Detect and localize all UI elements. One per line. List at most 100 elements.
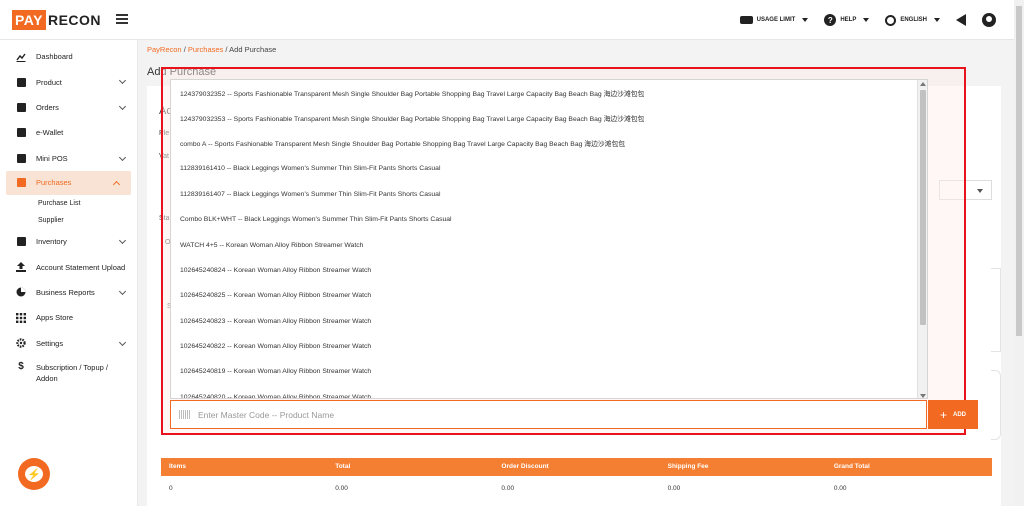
- scrollbar-thumb[interactable]: [920, 90, 926, 325]
- page-scrollbar-thumb[interactable]: [1016, 6, 1022, 336]
- list-item[interactable]: 124379032352 -- Sports Fashionable Trans…: [171, 80, 927, 105]
- clipboard-icon: [16, 102, 26, 112]
- list-item[interactable]: Combo BLK+WHT -- Black Leggings Women's …: [171, 207, 927, 232]
- list-item[interactable]: 102645240823 -- Korean Woman Alloy Ribbo…: [171, 309, 927, 334]
- messenger-chat-button[interactable]: ⚡: [18, 458, 50, 490]
- sidebar-subitem-supplier[interactable]: Supplier: [0, 212, 137, 229]
- sidebar-item-purchases[interactable]: Purchases: [6, 170, 131, 195]
- totals-items: 0: [169, 485, 173, 492]
- panel-edge: [991, 370, 1001, 440]
- sidebar-subitem-purchase-list[interactable]: Purchase List: [0, 195, 137, 212]
- list-item[interactable]: 112839161407 -- Black Leggings Women's S…: [171, 182, 927, 207]
- chevron-down-icon: [118, 77, 127, 85]
- dropdown-scrollbar[interactable]: [917, 80, 927, 398]
- totals-grand-total: 0.00: [833, 485, 847, 492]
- sidebar-item-subscription[interactable]: $ Subscription / Topup / Addon: [0, 356, 137, 390]
- top-bar: PAY RECON USAGE LIMIT ? HELP ENGLISH: [0, 0, 1014, 40]
- sidebar-item-settings[interactable]: Settings: [0, 331, 137, 356]
- totals-total: 0.00: [335, 485, 348, 492]
- totals-row: 0 0.00 0.00 0.00 0.00: [161, 480, 992, 498]
- list-item[interactable]: 102645240820 -- Korean Woman Alloy Ribbo…: [171, 385, 927, 398]
- product-search-input[interactable]: [198, 409, 898, 420]
- truck-ramp-icon: [16, 178, 26, 188]
- sidebar-item-label: Dashboard: [36, 52, 73, 62]
- scroll-up-icon[interactable]: [920, 82, 926, 86]
- help-label: HELP: [840, 17, 857, 23]
- sidebar-item-label: e-Wallet: [36, 128, 64, 138]
- sidebar-item-business-reports[interactable]: Business Reports: [0, 280, 137, 305]
- sidebar-item-label: Apps Store: [36, 313, 74, 323]
- usage-limit-label: USAGE LIMIT: [756, 17, 796, 23]
- megaphone-icon: [956, 14, 966, 26]
- list-item[interactable]: 102645240822 -- Korean Woman Alloy Ribbo…: [171, 334, 927, 359]
- product-search-field[interactable]: [170, 400, 927, 429]
- page-scrollbar[interactable]: [1014, 0, 1024, 506]
- caret-down-icon: [863, 18, 870, 22]
- cash-register-icon: [16, 153, 26, 163]
- sidebar-item-label: Subscription / Topup / Addon: [36, 362, 108, 383]
- list-item[interactable]: 102645240825 -- Korean Woman Alloy Ribbo…: [171, 283, 927, 308]
- sidebar-item-product[interactable]: Product: [0, 69, 137, 94]
- logo-recon: RECON: [47, 11, 102, 28]
- list-item[interactable]: 124379032353 -- Sports Fashionable Trans…: [171, 105, 927, 130]
- sidebar-item-label: Inventory: [36, 237, 67, 247]
- menu-icon[interactable]: [116, 14, 128, 24]
- totals-shipping-fee: 0.00: [667, 485, 681, 492]
- globe-icon: [885, 14, 897, 26]
- usage-limit-menu[interactable]: USAGE LIMIT: [739, 16, 809, 24]
- sidebar-item-account-statement-upload[interactable]: Account Statement Upload: [0, 254, 137, 279]
- sidebar-item-apps-store[interactable]: Apps Store: [0, 305, 137, 330]
- dollar-icon: $: [18, 361, 24, 373]
- help-menu[interactable]: ? HELP: [824, 14, 870, 26]
- chevron-down-icon: [118, 338, 127, 346]
- product-suggestion-list[interactable]: 124379032352 -- Sports Fashionable Trans…: [170, 79, 928, 399]
- list-item[interactable]: WATCH 4+5 -- Korean Woman Alloy Ribbon S…: [171, 232, 927, 257]
- breadcrumb-payrecon[interactable]: PayRecon: [147, 45, 182, 54]
- user-avatar-icon: [982, 13, 996, 27]
- sidebar-item-dashboard[interactable]: Dashboard: [0, 44, 137, 69]
- sidebar-item-label: Product: [36, 77, 62, 87]
- credit-card-icon: [739, 16, 753, 24]
- caret-down-icon: [977, 189, 983, 193]
- chevron-down-icon: [118, 287, 127, 295]
- add-product-button[interactable]: + ADD: [928, 400, 978, 429]
- top-right-actions: USAGE LIMIT ? HELP ENGLISH: [739, 0, 996, 40]
- breadcrumb: PayRecon / Purchases / Add Purchase: [147, 45, 277, 54]
- totals-order-discount: 0.00: [501, 485, 515, 492]
- help-icon: ?: [824, 14, 837, 26]
- profile-button[interactable]: [982, 13, 996, 27]
- boxes-icon: [16, 237, 26, 247]
- caret-down-icon: [934, 18, 940, 22]
- totals-header: Items Total Order Discount Shipping Fee …: [161, 458, 992, 476]
- chevron-down-icon: [118, 102, 127, 110]
- sidebar-item-inventory[interactable]: Inventory: [0, 229, 137, 254]
- breadcrumb-purchases[interactable]: Purchases: [188, 45, 223, 54]
- plus-icon: +: [939, 407, 947, 422]
- caret-down-icon: [802, 18, 809, 22]
- totals-header-order-discount: Order Discount: [501, 463, 549, 470]
- sidebar-item-orders[interactable]: Orders: [0, 95, 137, 120]
- language-menu[interactable]: ENGLISH: [885, 14, 940, 26]
- scroll-down-icon[interactable]: [920, 394, 926, 398]
- announcement-button[interactable]: [956, 14, 966, 26]
- list-item[interactable]: 102645240819 -- Korean Woman Alloy Ribbo…: [171, 359, 927, 384]
- chevron-down-icon: [118, 236, 127, 244]
- list-item[interactable]: 102645240824 -- Korean Woman Alloy Ribbo…: [171, 258, 927, 283]
- list-item[interactable]: 112839161410 -- Black Leggings Women's S…: [171, 156, 927, 181]
- sidebar-item-ewallet[interactable]: e-Wallet: [0, 120, 137, 145]
- payrecon-logo[interactable]: PAY RECON: [12, 9, 101, 31]
- totals-header-items: Items: [169, 463, 186, 470]
- list-item[interactable]: combo A -- Sports Fashionable Transparen…: [171, 131, 927, 156]
- sidebar-item-label: Purchases: [36, 178, 72, 188]
- sidebar-item-mini-pos[interactable]: Mini POS: [0, 146, 137, 171]
- logo-pay: PAY: [12, 9, 46, 30]
- upload-icon: [16, 262, 26, 273]
- sidebar-item-label: Account Statement Upload: [36, 262, 126, 272]
- add-button-label: ADD: [953, 411, 966, 418]
- breadcrumb-current: Add Purchase: [229, 45, 277, 54]
- pie-chart-icon: [16, 287, 26, 297]
- language-label: ENGLISH: [900, 17, 927, 23]
- totals-header-total: Total: [335, 463, 351, 470]
- barcode-icon: [179, 410, 190, 419]
- totals-header-shipping-fee: Shipping Fee: [667, 463, 709, 470]
